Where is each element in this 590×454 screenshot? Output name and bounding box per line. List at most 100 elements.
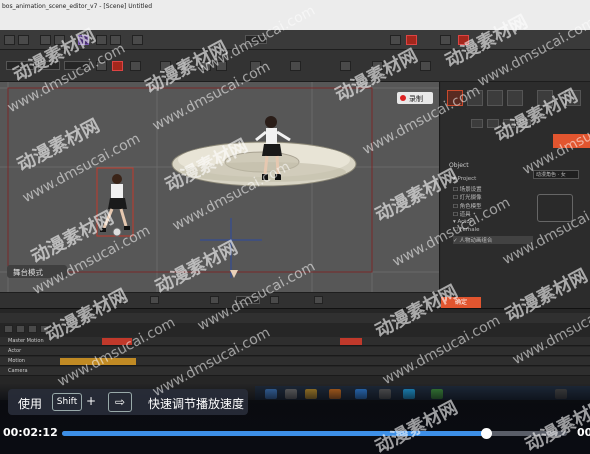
prev-frame-icon[interactable] <box>118 296 127 304</box>
arrow-key-icon: ⇨ <box>108 392 132 412</box>
timeline-tool-1[interactable] <box>4 325 13 333</box>
timeline-tool-4[interactable] <box>40 325 49 333</box>
accent-button[interactable] <box>553 134 590 148</box>
seek-progress <box>62 431 487 436</box>
animation-app-window: bos_animation_scene_editor_v7 - [Scene] … <box>0 0 590 400</box>
play-icon[interactable] <box>150 296 159 304</box>
current-time: 00:02:12 <box>3 426 58 439</box>
seek-bar[interactable] <box>62 428 567 439</box>
render-icon[interactable] <box>458 35 469 45</box>
tree-item[interactable]: ☐ 角色模型 <box>453 202 533 211</box>
end-time: 00 <box>577 426 590 439</box>
title-bar: bos_animation_scene_editor_v7 - [Scene] … <box>0 0 590 30</box>
menu-button-8[interactable] <box>390 35 401 45</box>
tree-item[interactable]: ☐ 场景设置 <box>453 185 533 194</box>
toolbar-field-2[interactable] <box>38 61 60 70</box>
red-tool-icon[interactable] <box>406 35 417 45</box>
tree-item[interactable]: ☐ Female <box>453 227 533 236</box>
toolbar-field-1[interactable] <box>6 61 34 70</box>
toolbar-button-8[interactable] <box>290 61 301 71</box>
object-section-label: Object <box>449 162 469 169</box>
timeline-tool-3[interactable] <box>28 325 37 333</box>
toolbar-button-6[interactable] <box>216 61 227 71</box>
tree-item[interactable]: ▾ Actor <box>453 219 533 228</box>
toolbar-button-4[interactable] <box>176 61 187 71</box>
tab-3[interactable] <box>487 90 503 106</box>
frame-field[interactable] <box>236 296 260 304</box>
thumbnail-preview[interactable] <box>537 194 573 222</box>
menu-button-6[interactable] <box>110 35 121 45</box>
menu-button-9[interactable] <box>440 35 451 45</box>
toolbar-button-7[interactable] <box>250 61 261 71</box>
track-label: Motion <box>8 358 25 364</box>
properties-panel: Object 动漫角色 · 女 ▾ Project ☐ 场景设置 ☐ 灯光摄像 … <box>441 82 590 309</box>
viewport-scene <box>0 82 439 292</box>
purple-tool-icon[interactable] <box>78 35 89 45</box>
timeline-track[interactable]: Master Motion <box>0 337 590 346</box>
loop-icon[interactable] <box>270 296 279 304</box>
tip-use-text: 使用 <box>18 397 43 411</box>
menu-button-4[interactable] <box>54 35 65 45</box>
toolbar-button-5[interactable] <box>200 61 211 71</box>
subtab-1[interactable] <box>471 119 483 128</box>
toolbar-field-3[interactable] <box>64 61 90 70</box>
tip-plus: + <box>86 394 97 408</box>
tip-description: 快速调节播放速度 <box>148 397 245 411</box>
video-player-bar: 使用 Shift + ⇨ 快速调节播放速度 00:02:12 00 <box>0 383 590 454</box>
timeline-track[interactable]: Actor <box>0 347 590 356</box>
tab-6[interactable] <box>565 90 581 106</box>
track-label: Master Motion <box>8 338 44 344</box>
shift-key-badge: Shift <box>52 393 82 411</box>
menu-field[interactable] <box>245 35 267 44</box>
object-name-field[interactable]: 动漫角色 · 女 <box>533 170 579 179</box>
subtab-3[interactable] <box>503 119 515 128</box>
next-frame-icon[interactable] <box>210 296 219 304</box>
motion-clip[interactable] <box>60 358 136 365</box>
motion-clip[interactable] <box>340 338 362 345</box>
record-indicator[interactable]: 录制 <box>397 92 433 104</box>
menu-button-1[interactable] <box>4 35 15 45</box>
toolbar-button-10[interactable] <box>372 61 383 71</box>
menu-bar <box>0 30 590 50</box>
track-label: Camera <box>8 368 28 374</box>
tab-actor[interactable] <box>447 90 463 106</box>
record-dot-icon <box>400 95 406 101</box>
tab-4[interactable] <box>507 90 523 106</box>
settings-icon[interactable] <box>314 296 323 304</box>
timeline-tool-2[interactable] <box>16 325 25 333</box>
tree-item[interactable]: ☐ 灯光摄像 <box>453 193 533 202</box>
tree-item[interactable]: ▾ Project <box>453 176 533 185</box>
toolbar-button-11[interactable] <box>420 61 431 71</box>
scene-tree: ▾ Project ☐ 场景设置 ☐ 灯光摄像 ☐ 角色模型 ☐ 道具 ▾ Ac… <box>453 176 533 244</box>
selected-character <box>100 174 130 237</box>
motion-clip[interactable] <box>102 338 132 345</box>
shortcut-tip: 使用 Shift + ⇨ 快速调节播放速度 <box>8 389 248 415</box>
toolbar-button-9[interactable] <box>340 61 351 71</box>
3d-viewport[interactable]: 录制 舞台模式 <box>0 82 440 292</box>
tree-item[interactable]: ☐ 道具 <box>453 210 533 219</box>
timeline-track[interactable]: Motion <box>0 357 590 366</box>
menu-button-3[interactable] <box>40 35 51 45</box>
toolbar-red-icon[interactable] <box>112 61 123 71</box>
toolbar-button-1[interactable] <box>96 61 107 71</box>
subtab-4[interactable] <box>519 119 531 128</box>
tool-bar <box>0 50 590 82</box>
menu-button-2[interactable] <box>18 35 29 45</box>
menu-button-7[interactable] <box>132 35 143 45</box>
tree-item-selected[interactable]: ✓ 人物动画组合 <box>453 235 533 244</box>
viewport-mode-label[interactable]: 舞台模式 <box>7 265 67 278</box>
timeline-ruler[interactable] <box>0 313 590 323</box>
toolbar-button-3[interactable] <box>160 61 171 71</box>
subtab-2[interactable] <box>487 119 499 128</box>
timeline-toolbar <box>0 325 590 335</box>
toolbar-button-2[interactable] <box>130 61 141 71</box>
seek-handle[interactable] <box>481 428 493 439</box>
tab-5[interactable] <box>537 90 553 106</box>
tab-2[interactable] <box>467 90 483 106</box>
record-label: 录制 <box>409 95 423 103</box>
track-label: Actor <box>8 348 22 354</box>
timeline-track[interactable]: Camera <box>0 367 590 376</box>
window-title: bos_animation_scene_editor_v7 - [Scene] … <box>2 3 152 10</box>
panel-tabs <box>447 90 585 110</box>
menu-button-5[interactable] <box>96 35 107 45</box>
